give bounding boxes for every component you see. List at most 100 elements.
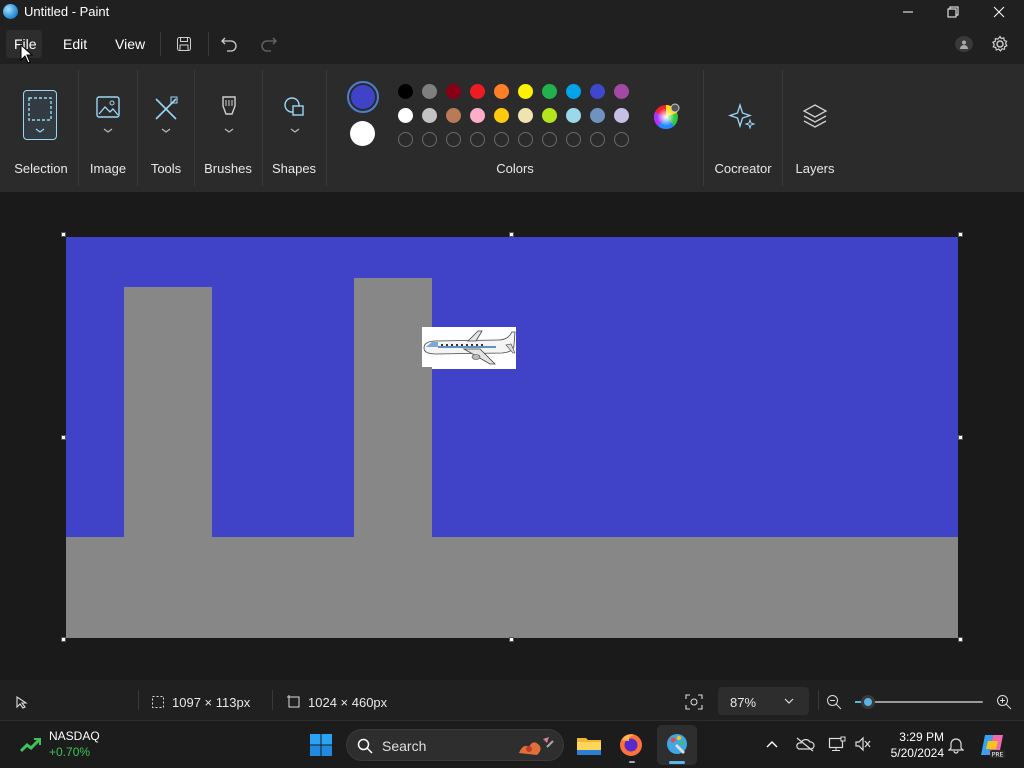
zoom-in-icon[interactable] (996, 694, 1012, 710)
color-swatch[interactable] (590, 84, 605, 99)
edit-menu[interactable]: Edit (63, 36, 87, 52)
custom-color-slot[interactable] (518, 132, 533, 147)
start-button[interactable] (305, 727, 337, 763)
account-button[interactable] (955, 36, 973, 52)
clock-date[interactable]: 5/20/2024 (882, 746, 944, 760)
mouse-cursor-icon (20, 44, 34, 64)
settings-button[interactable] (988, 32, 1012, 56)
color-swatch[interactable] (398, 108, 413, 123)
canvas-size-text: 1024 × 460px (308, 695, 388, 710)
view-menu[interactable]: View (115, 36, 145, 52)
file-explorer-button[interactable] (575, 729, 603, 761)
color-swatch[interactable] (614, 108, 629, 123)
color-wheel-icon (653, 103, 680, 130)
color-swatch[interactable] (518, 84, 533, 99)
selection-rectangle-icon (28, 97, 52, 133)
layers-button[interactable] (801, 102, 829, 130)
resize-handle-right[interactable] (958, 435, 963, 440)
ground-shape (66, 537, 958, 638)
copilot-icon[interactable]: PRE (979, 731, 1007, 759)
image-icon (96, 96, 120, 133)
active-indicator (669, 761, 685, 764)
notification-bell-icon[interactable] (948, 736, 964, 754)
color-swatch[interactable] (566, 84, 581, 99)
custom-color-slot[interactable] (422, 132, 437, 147)
color-swatch[interactable] (422, 108, 437, 123)
custom-color-slot[interactable] (590, 132, 605, 147)
custom-color-slot[interactable] (470, 132, 485, 147)
resize-handle-bottom-left[interactable] (61, 637, 66, 642)
color-swatch[interactable] (470, 108, 485, 123)
primary-color-button[interactable] (347, 81, 379, 113)
running-indicator (629, 761, 635, 763)
custom-color-slot[interactable] (494, 132, 509, 147)
paint-taskbar-button[interactable] (657, 725, 697, 765)
tools-icon (155, 96, 178, 133)
zoom-out-icon[interactable] (826, 694, 842, 710)
color-swatch[interactable] (494, 84, 509, 99)
network-icon[interactable] (828, 736, 846, 752)
resize-handle-top-left[interactable] (61, 232, 66, 237)
firefox-button[interactable] (618, 729, 646, 765)
color-swatch[interactable] (422, 84, 437, 99)
chevron-up-icon[interactable] (765, 738, 779, 752)
stock-widget[interactable]: NASDAQ +0.70% (8, 727, 118, 763)
drawing-canvas[interactable] (66, 237, 958, 638)
color-swatch[interactable] (446, 84, 461, 99)
tools-button[interactable] (151, 94, 181, 140)
status-bar: 1097 × 113px 1024 × 460px 87% (0, 680, 1024, 720)
search-icon (357, 738, 373, 754)
primary-color-swatch (351, 85, 375, 109)
shapes-button[interactable] (280, 94, 310, 140)
account-icon (960, 40, 968, 49)
color-swatch[interactable] (542, 108, 557, 123)
zoom-slider-thumb[interactable] (860, 695, 875, 709)
edit-colors-button[interactable] (652, 103, 680, 131)
color-swatch[interactable] (614, 84, 629, 99)
tools-group-label: Tools (150, 161, 182, 176)
save-icon (177, 37, 191, 51)
brushes-button[interactable] (214, 94, 244, 140)
minimize-button[interactable] (885, 0, 931, 24)
resize-handle-bottom-right[interactable] (958, 637, 963, 642)
color-palette (398, 84, 638, 154)
stock-chart-icon (20, 737, 42, 753)
image-tool-button[interactable] (93, 94, 123, 140)
restore-button[interactable] (930, 0, 976, 24)
resize-handle-top-right[interactable] (958, 232, 963, 237)
secondary-color-button[interactable] (350, 121, 375, 146)
resize-handle-left[interactable] (61, 435, 66, 440)
resize-handle-bottom[interactable] (509, 637, 514, 642)
airplane-image (422, 327, 516, 370)
color-swatch[interactable] (494, 108, 509, 123)
restore-icon (947, 6, 959, 18)
undo-button[interactable] (217, 32, 241, 56)
layers-icon (802, 104, 828, 128)
onedrive-icon[interactable] (795, 736, 815, 752)
custom-color-slot[interactable] (566, 132, 581, 147)
redo-button[interactable] (257, 32, 281, 56)
color-swatch[interactable] (446, 108, 461, 123)
volume-muted-icon[interactable] (854, 736, 872, 752)
fit-to-window-icon[interactable] (685, 694, 703, 710)
custom-color-slot[interactable] (542, 132, 557, 147)
zoom-select[interactable]: 87% (718, 687, 809, 715)
selection-tool-button[interactable] (23, 90, 57, 140)
clock-time[interactable]: 3:29 PM (882, 730, 944, 744)
zoom-slider[interactable] (855, 695, 983, 709)
taskbar-search-box[interactable]: Search (346, 729, 564, 761)
resize-handle-top[interactable] (509, 232, 514, 237)
color-swatch[interactable] (470, 84, 485, 99)
ribbon-divider (782, 70, 783, 186)
color-swatch[interactable] (590, 108, 605, 123)
color-swatch[interactable] (518, 108, 533, 123)
custom-color-slot[interactable] (446, 132, 461, 147)
cocreator-button[interactable] (727, 102, 756, 130)
close-button[interactable] (976, 0, 1022, 24)
color-swatch[interactable] (566, 108, 581, 123)
color-swatch[interactable] (398, 84, 413, 99)
save-button[interactable] (172, 32, 196, 56)
custom-color-slot[interactable] (398, 132, 413, 147)
color-swatch[interactable] (542, 84, 557, 99)
custom-color-slot[interactable] (614, 132, 629, 147)
